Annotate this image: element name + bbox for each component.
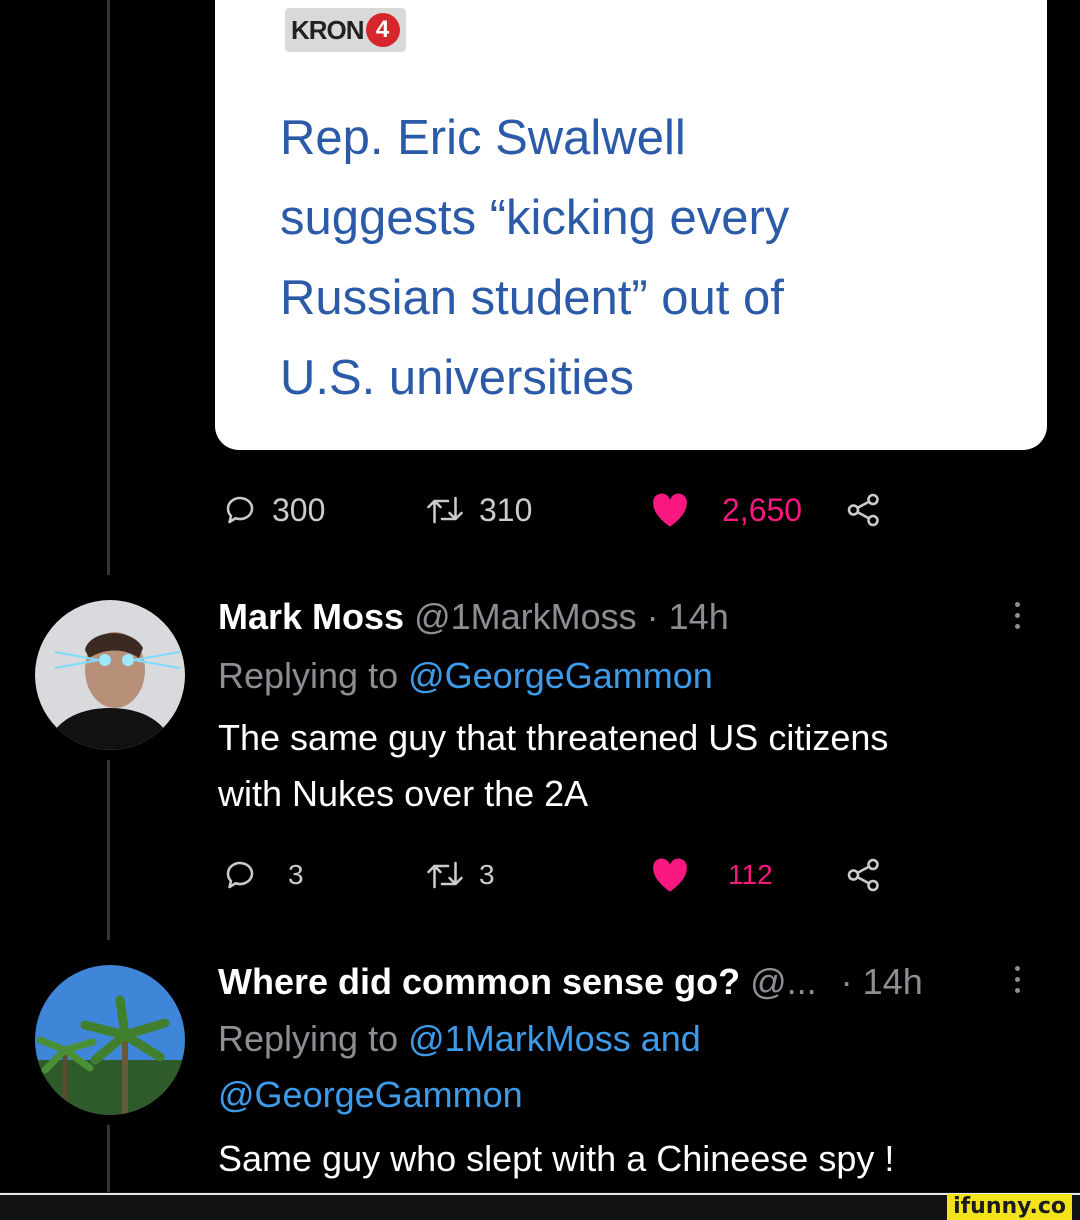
retweet-button[interactable]: 310 bbox=[425, 490, 532, 530]
replying-to-link[interactable]: @1MarkMoss and bbox=[408, 1018, 701, 1059]
like-count: 2,650 bbox=[722, 491, 803, 528]
kron-logo-text: KRON bbox=[291, 14, 365, 45]
replying-to-label: Replying to bbox=[218, 655, 399, 696]
reply1-replying-to: Replying to @GeorgeGammon bbox=[218, 656, 713, 696]
like-count: 112 bbox=[728, 859, 773, 890]
share-icon bbox=[847, 493, 879, 527]
share-button[interactable] bbox=[846, 490, 882, 530]
more-icon[interactable] bbox=[1013, 602, 1023, 635]
retweet-count: 310 bbox=[479, 491, 533, 528]
tweet-actions: 300 310 2,650 bbox=[220, 490, 920, 530]
more-icon[interactable] bbox=[1013, 966, 1023, 999]
reply2-text: Same guy who slept with a Chineese spy ! bbox=[218, 1138, 895, 1179]
reply2-author-name[interactable]: Where did common sense go? bbox=[218, 961, 740, 1002]
thread-line-bottom bbox=[107, 1125, 110, 1193]
reply2-header: Where did common sense go? @... · 14h bbox=[218, 962, 923, 1002]
reply-count: 3 bbox=[288, 859, 304, 890]
thread-line-middle bbox=[107, 760, 110, 940]
ifunny-watermark: ifunny.co bbox=[947, 1194, 1072, 1220]
share-button[interactable] bbox=[846, 855, 882, 895]
avatar-photo bbox=[35, 600, 185, 750]
bottom-bar bbox=[0, 1192, 1080, 1220]
reply1-header: Mark Moss @1MarkMoss · 14h bbox=[218, 597, 729, 637]
retweet-count: 3 bbox=[479, 859, 495, 890]
bottom-divider bbox=[0, 1193, 1080, 1195]
retweet-button[interactable]: 3 bbox=[425, 855, 495, 895]
reply-icon bbox=[226, 861, 254, 889]
heart-icon bbox=[653, 493, 687, 527]
reply1-author-name[interactable]: Mark Moss bbox=[218, 596, 404, 637]
reply-button[interactable]: 300 bbox=[222, 490, 325, 530]
reply1-text-line: The same guy that threatened US citizens bbox=[218, 717, 889, 758]
like-button[interactable]: 112 bbox=[650, 855, 773, 895]
reply-icon bbox=[226, 496, 254, 524]
reply2-replying-to: Replying to @1MarkMoss and bbox=[218, 1019, 701, 1059]
reply2-time: · 14h bbox=[840, 961, 923, 1002]
avatar-palm-trees[interactable] bbox=[35, 965, 185, 1115]
reply1-handle-time[interactable]: @1MarkMoss · 14h bbox=[414, 596, 729, 637]
retweet-icon bbox=[427, 861, 463, 889]
like-button[interactable]: 2,650 bbox=[650, 490, 802, 530]
replying-to-link[interactable]: @GeorgeGammon bbox=[408, 655, 713, 696]
kron-logo-badge: 4 bbox=[365, 13, 400, 47]
reply-count: 300 bbox=[272, 491, 326, 528]
replying-to-link[interactable]: @GeorgeGammon bbox=[218, 1075, 523, 1115]
kron-logo: KRON 4 bbox=[285, 8, 406, 52]
retweet-icon bbox=[427, 496, 463, 524]
headline-line: U.S. universities bbox=[280, 351, 635, 405]
news-headline[interactable]: Rep. Eric Swalwell suggests “kicking eve… bbox=[280, 98, 1020, 418]
headline-line: Rep. Eric Swalwell bbox=[280, 111, 686, 165]
reply1-text-line: with Nukes over the 2A bbox=[218, 773, 589, 814]
thread-line-top bbox=[107, 0, 110, 575]
reply-button[interactable]: 3 bbox=[222, 855, 304, 895]
share-icon bbox=[847, 858, 879, 892]
avatar-mark-moss[interactable] bbox=[35, 600, 185, 750]
reply2-handle[interactable]: @... bbox=[750, 961, 817, 1002]
headline-line: Russian student” out of bbox=[280, 271, 784, 325]
replying-to-label: Replying to bbox=[218, 1018, 399, 1059]
avatar-photo bbox=[35, 965, 185, 1115]
reply1-actions: 3 3 112 bbox=[220, 855, 920, 895]
heart-icon bbox=[653, 858, 687, 892]
headline-line: suggests “kicking every bbox=[280, 191, 790, 245]
